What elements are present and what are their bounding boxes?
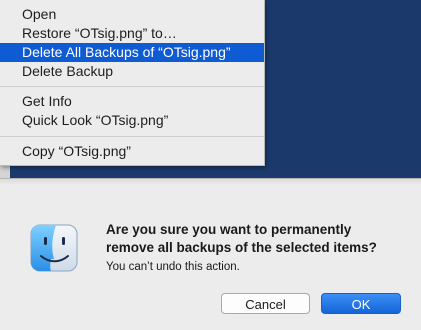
dialog-title-line-2: remove all backups of the selected items… — [106, 240, 377, 255]
menu-separator — [0, 136, 264, 137]
cancel-button[interactable]: Cancel — [221, 293, 310, 314]
menu-item-delete-all-backups[interactable]: Delete All Backups of “OTsig.png” — [0, 43, 264, 62]
dialog-title: Are you sure you want to permanently rem… — [106, 221, 406, 257]
menu-item-delete-backup[interactable]: Delete Backup — [0, 62, 264, 81]
confirm-dialog: Are you sure you want to permanently rem… — [0, 178, 421, 330]
finder-icon — [30, 224, 78, 272]
ok-button[interactable]: OK — [321, 293, 401, 314]
dialog-message: You can’t undo this action. — [106, 261, 240, 273]
menu-item-open[interactable]: Open — [0, 5, 264, 24]
context-menu: Open Restore “OTsig.png” to… Delete All … — [0, 0, 265, 166]
dialog-title-line-1: Are you sure you want to permanently — [106, 222, 352, 237]
menu-separator — [0, 86, 264, 87]
menu-item-quick-look[interactable]: Quick Look “OTsig.png” — [0, 111, 264, 130]
menu-item-get-info[interactable]: Get Info — [0, 92, 264, 111]
dialog-top-edge — [0, 179, 421, 185]
menu-item-restore[interactable]: Restore “OTsig.png” to… — [0, 24, 264, 43]
menu-item-copy[interactable]: Copy “OTsig.png” — [0, 142, 264, 161]
